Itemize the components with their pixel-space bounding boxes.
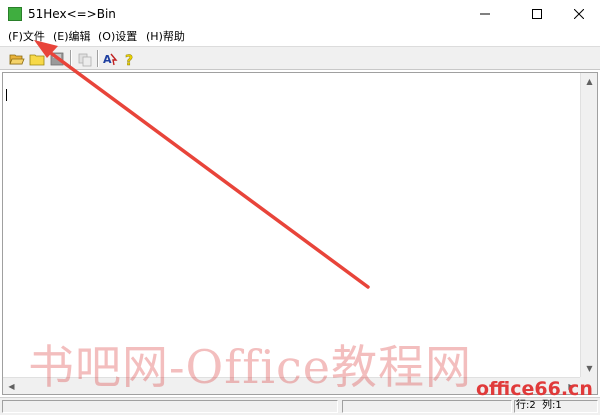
status-pane-info [342,400,512,413]
menu-file[interactable]: (F)文件 [8,29,45,45]
toolbar-separator [70,50,72,67]
app-icon [8,7,22,21]
status-col: 列:1 [542,400,562,411]
save-button[interactable] [49,51,65,67]
scroll-left-arrow-icon[interactable]: ◀ [3,378,20,395]
close-icon [574,9,584,19]
text-caret [6,89,7,101]
menu-settings[interactable]: (O)设置 [98,29,137,45]
convert-button[interactable]: A [102,51,118,67]
maximize-icon [532,9,542,19]
title-bar[interactable]: 51Hex<=>Bin [0,0,600,28]
text-editor[interactable]: ▲ ▼ ◀ ▶ [2,72,598,395]
app-window: 51Hex<=>Bin (F)文件 (E)编辑 (O)设置 (H)帮助 A ? … [0,0,600,415]
menu-help[interactable]: (H)帮助 [146,29,185,45]
help-button[interactable]: ? [122,51,138,69]
vertical-scrollbar[interactable]: ▲ ▼ [580,73,597,377]
maximize-button[interactable] [514,0,560,28]
status-pane-main [2,400,338,413]
toolbar-separator [97,50,99,67]
window-title: 51Hex<=>Bin [28,7,116,21]
scrollbar-corner [580,377,597,394]
toolbar: A ? [0,46,600,70]
svg-text:?: ? [125,53,133,67]
close-button[interactable] [556,0,600,28]
scroll-down-arrow-icon[interactable]: ▼ [581,360,598,377]
open-button[interactable] [9,51,25,67]
menu-edit[interactable]: (E)编辑 [53,29,91,45]
open-folder-icon [9,54,25,65]
status-bar: 行:2 列:1 [0,397,600,415]
status-row: 行:2 [516,400,536,411]
help-icon: ? [125,53,134,69]
save-icon [50,52,64,66]
scroll-up-arrow-icon[interactable]: ▲ [581,73,598,90]
minimize-icon [480,13,490,15]
new-folder-button[interactable] [29,51,45,67]
menu-bar: (F)文件 (E)编辑 (O)设置 (H)帮助 [0,28,600,46]
minimize-button[interactable] [462,0,508,28]
copy-icon [78,53,92,67]
horizontal-scrollbar[interactable]: ◀ ▶ [3,377,580,394]
copy-button[interactable] [77,51,93,67]
scroll-right-arrow-icon[interactable]: ▶ [563,378,580,395]
new-folder-icon [29,54,45,66]
svg-text:A: A [103,53,112,66]
convert-icon: A [103,53,118,66]
